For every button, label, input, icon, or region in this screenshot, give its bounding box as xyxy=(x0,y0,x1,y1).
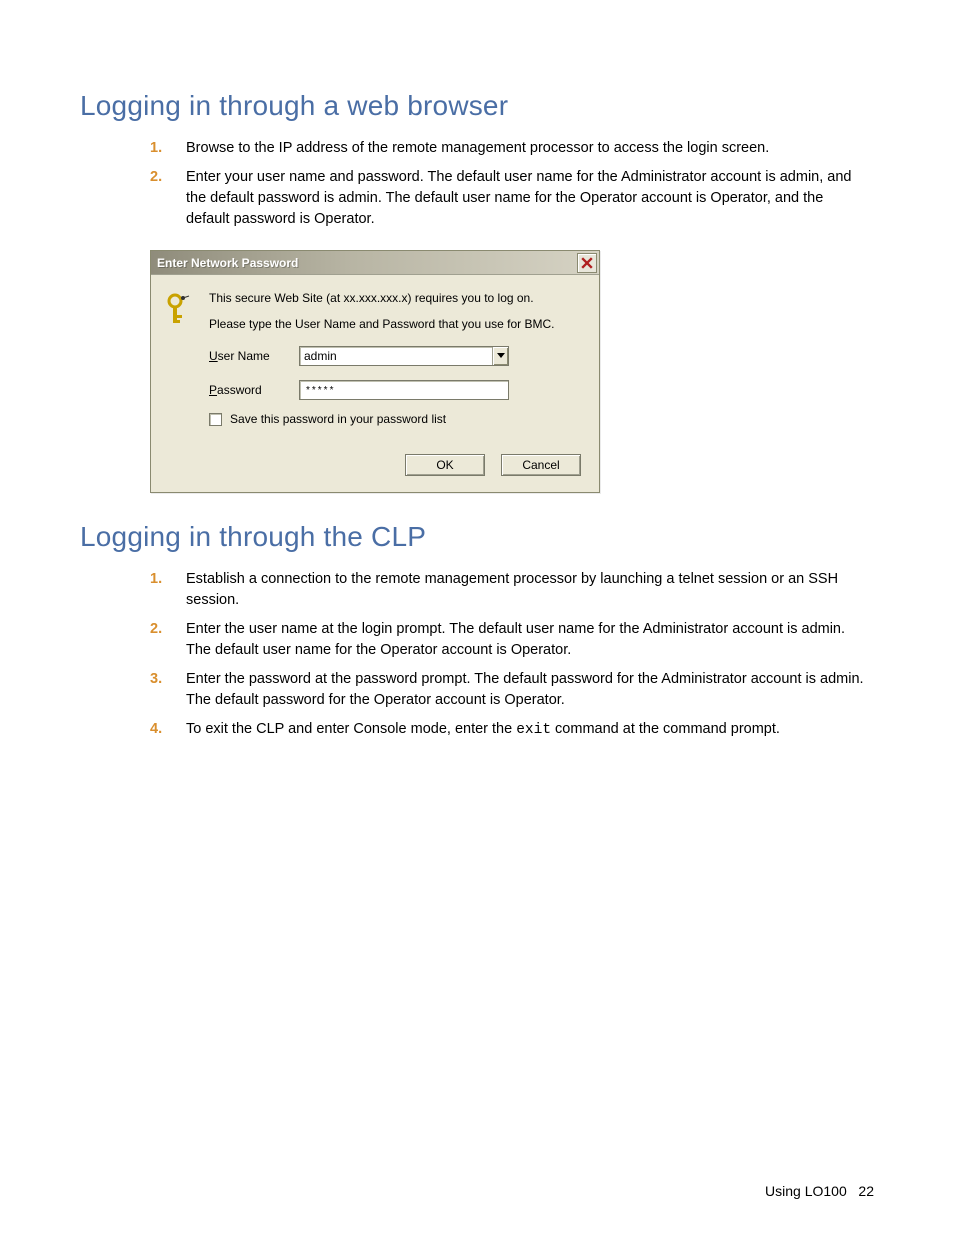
close-icon xyxy=(581,257,593,269)
dialog-titlebar: Enter Network Password xyxy=(151,251,599,275)
username-label: User Name xyxy=(209,349,287,363)
network-password-dialog: Enter Network Password This secure Web S… xyxy=(150,250,600,493)
step-number: 3. xyxy=(150,669,162,690)
dialog-line2: Please type the User Name and Password t… xyxy=(209,317,583,333)
steps-web-browser: 1. Browse to the IP address of the remot… xyxy=(150,138,864,230)
save-password-checkbox[interactable] xyxy=(209,413,222,426)
step-text: Enter the password at the password promp… xyxy=(186,671,864,708)
step-text: Establish a connection to the remote man… xyxy=(186,571,838,608)
dialog-title: Enter Network Password xyxy=(157,256,298,270)
step-item: 3. Enter the password at the password pr… xyxy=(150,669,864,711)
step-number: 1. xyxy=(150,138,162,159)
step-item: 2. Enter your user name and password. Th… xyxy=(150,167,864,230)
step-item: 4. To exit the CLP and enter Console mod… xyxy=(150,719,864,741)
username-dropdown-button[interactable] xyxy=(492,347,508,365)
step-text: Enter the user name at the login prompt.… xyxy=(186,621,845,658)
step-text: To exit the CLP and enter Console mode, … xyxy=(186,721,780,737)
step-item: 2. Enter the user name at the login prom… xyxy=(150,619,864,661)
username-input[interactable] xyxy=(300,347,492,365)
password-label: Password xyxy=(209,383,287,397)
password-field[interactable] xyxy=(299,380,509,400)
step-item: 1. Establish a connection to the remote … xyxy=(150,569,864,611)
heading-web-browser: Logging in through a web browser xyxy=(80,90,874,122)
steps-clp: 1. Establish a connection to the remote … xyxy=(150,569,864,741)
step-item: 1. Browse to the IP address of the remot… xyxy=(150,138,864,159)
step-number: 2. xyxy=(150,619,162,640)
key-icon xyxy=(167,291,195,426)
save-password-label: Save this password in your password list xyxy=(230,412,446,426)
step-number: 4. xyxy=(150,719,162,740)
chevron-down-icon xyxy=(497,353,505,359)
dialog-line1: This secure Web Site (at xx.xxx.xxx.x) r… xyxy=(209,291,583,307)
footer-label: Using LO100 xyxy=(765,1183,847,1199)
username-field[interactable] xyxy=(299,346,509,366)
cancel-button[interactable]: Cancel xyxy=(501,454,581,476)
password-input[interactable] xyxy=(300,381,508,399)
page-footer: Using LO100 22 xyxy=(765,1183,874,1199)
heading-clp: Logging in through the CLP xyxy=(80,521,874,553)
step-text: Browse to the IP address of the remote m… xyxy=(186,140,769,156)
step-number: 2. xyxy=(150,167,162,188)
exit-command: exit xyxy=(516,722,551,738)
step-text: Enter your user name and password. The d… xyxy=(186,169,851,227)
ok-button[interactable]: OK xyxy=(405,454,485,476)
step-number: 1. xyxy=(150,569,162,590)
page-number: 22 xyxy=(858,1183,874,1199)
close-button[interactable] xyxy=(577,253,597,273)
